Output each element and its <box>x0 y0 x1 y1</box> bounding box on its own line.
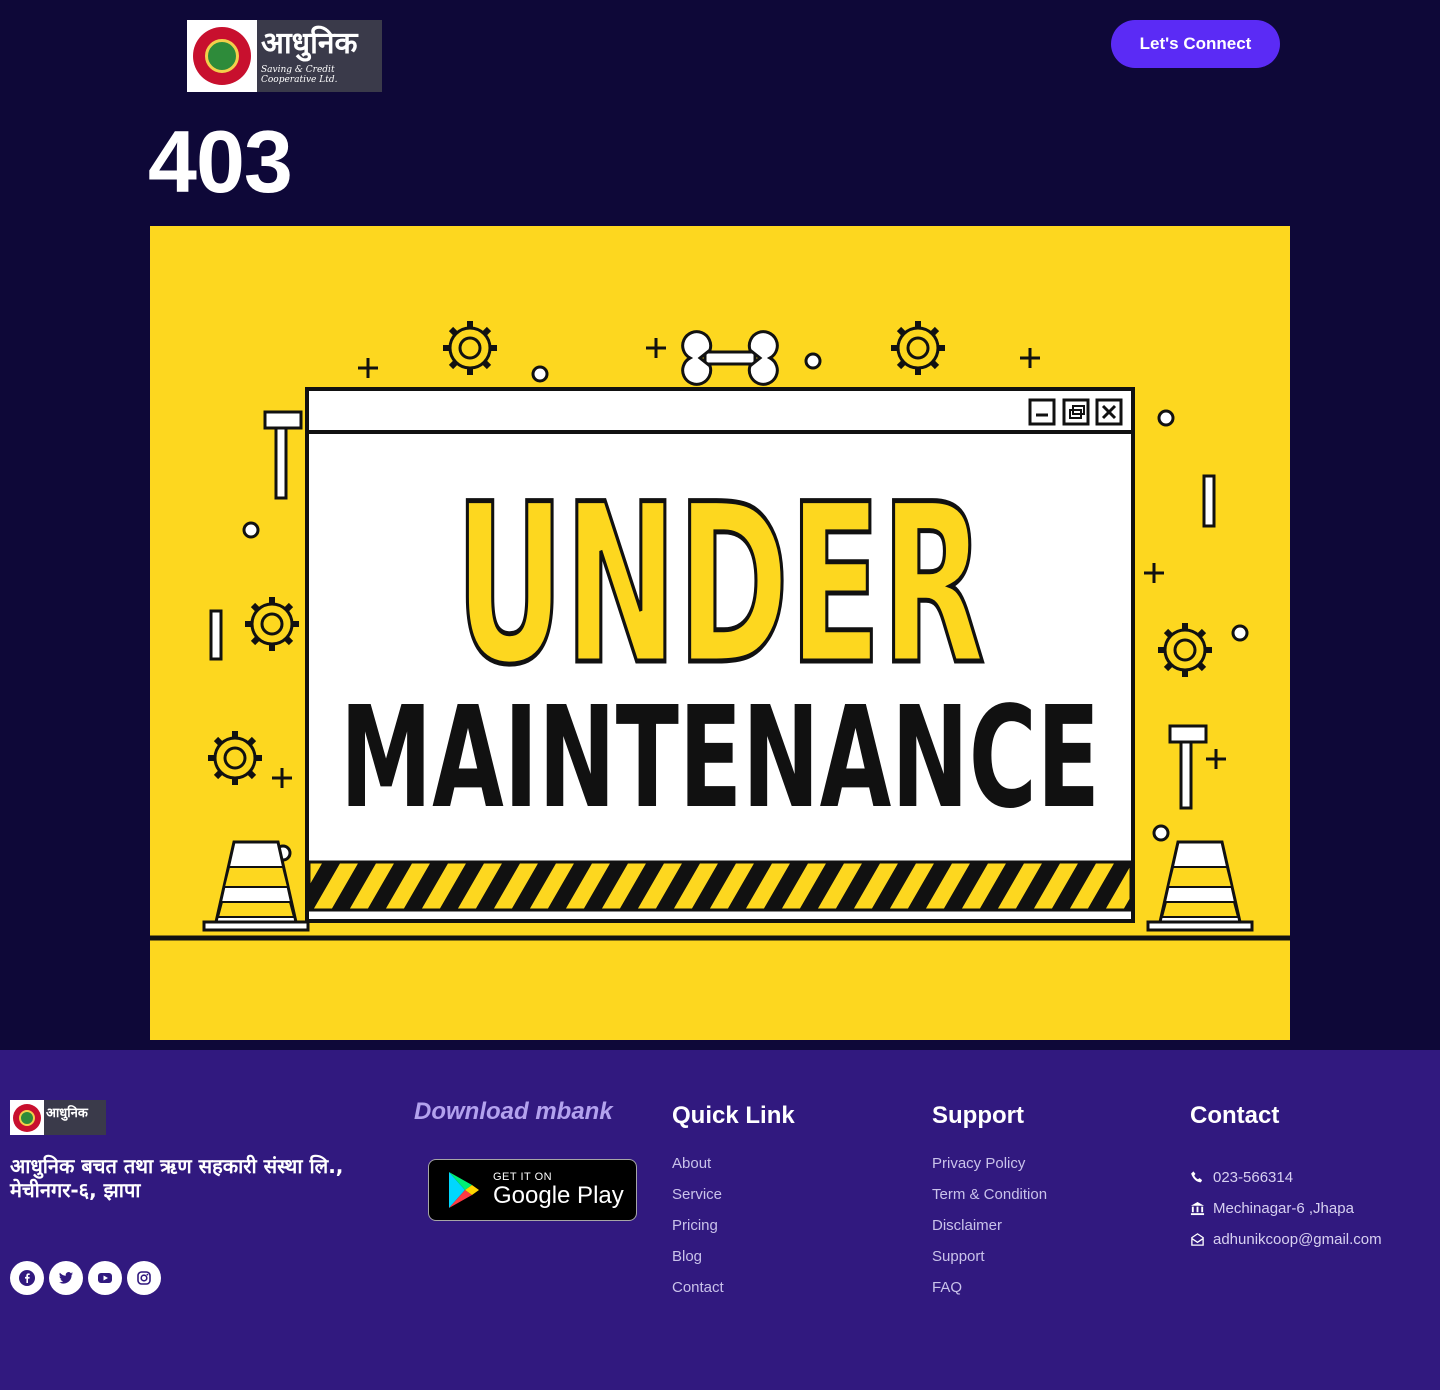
twitter-icon[interactable] <box>49 1261 83 1295</box>
cooperative-seal-icon <box>10 1100 44 1135</box>
facebook-icon[interactable] <box>10 1261 44 1295</box>
footer-logo[interactable]: आधुनिक <box>10 1100 106 1135</box>
contact-address: Mechinagar-6 ,Jhapa <box>1190 1193 1382 1224</box>
footer-description: आधुनिक बचत तथा ऋण सहकारी संस्था लि., मेच… <box>10 1154 344 1202</box>
logo-text: आधुनिक <box>261 26 358 61</box>
contact-email[interactable]: adhunikcoop@gmail.com <box>1190 1224 1382 1255</box>
lets-connect-button[interactable]: Let's Connect <box>1111 20 1280 68</box>
mail-icon <box>1191 1233 1204 1246</box>
quick-link-pricing[interactable]: Pricing <box>672 1218 724 1249</box>
error-code: 403 <box>148 112 293 211</box>
under-maintenance-image: UNDER MAINTENANCE <box>150 226 1290 1040</box>
quick-link-title: Quick Link <box>672 1102 795 1129</box>
site-header: आधुनिक Saving & Credit Cooperative Ltd. … <box>0 0 1440 110</box>
social-links <box>10 1261 161 1295</box>
logo-subtext: Saving & Credit Cooperative Ltd. <box>261 65 338 85</box>
contact-email-text: adhunikcoop@gmail.com <box>1213 1231 1382 1248</box>
site-logo[interactable]: आधुनिक Saving & Credit Cooperative Ltd. <box>187 20 382 92</box>
quick-link-contact[interactable]: Contact <box>672 1280 724 1311</box>
support-support[interactable]: Support <box>932 1249 1047 1280</box>
contact-phone[interactable]: 023-566314 <box>1190 1162 1382 1193</box>
support-title: Support <box>932 1102 1024 1129</box>
banner-line-maintenance: MAINTENANCE <box>340 677 1100 840</box>
banner-line-under: UNDER <box>455 457 985 713</box>
google-play-badge[interactable]: GET IT ON Google Play <box>428 1159 637 1221</box>
contact-phone-text: 023-566314 <box>1213 1169 1294 1186</box>
support-faq[interactable]: FAQ <box>932 1280 1047 1311</box>
contact-title: Contact <box>1190 1102 1280 1129</box>
quick-link-about[interactable]: About <box>672 1156 724 1187</box>
cooperative-seal-icon <box>187 20 257 92</box>
instagram-icon[interactable] <box>127 1261 161 1295</box>
phone-icon <box>1191 1171 1203 1183</box>
bank-icon <box>1190 1201 1205 1216</box>
site-footer: आधुनिक आधुनिक बचत तथा ऋण सहकारी संस्था ल… <box>0 1050 1440 1390</box>
download-mbank-title: Download mbank <box>414 1098 613 1125</box>
youtube-icon[interactable] <box>88 1261 122 1295</box>
contact-list: 023-566314 Mechinagar-6 ,Jhapa adhunikco… <box>1190 1162 1382 1255</box>
support-list: Privacy Policy Term & Condition Disclaim… <box>932 1156 1047 1311</box>
contact-address-text: Mechinagar-6 ,Jhapa <box>1213 1200 1354 1217</box>
google-play-icon <box>449 1172 479 1208</box>
gplay-line2: Google Play <box>493 1182 624 1209</box>
quick-link-blog[interactable]: Blog <box>672 1249 724 1280</box>
support-disclaimer[interactable]: Disclaimer <box>932 1218 1047 1249</box>
support-terms[interactable]: Term & Condition <box>932 1187 1047 1218</box>
footer-logo-text: आधुनिक <box>46 1106 88 1121</box>
support-privacy-policy[interactable]: Privacy Policy <box>932 1156 1047 1187</box>
quick-link-list: About Service Pricing Blog Contact <box>672 1156 724 1311</box>
quick-link-service[interactable]: Service <box>672 1187 724 1218</box>
